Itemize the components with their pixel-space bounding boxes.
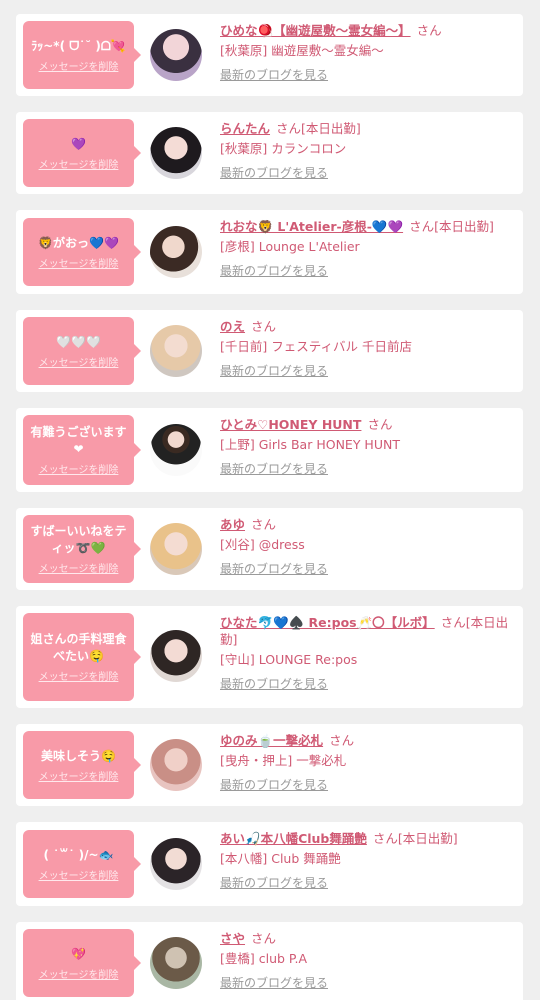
list-item: 有難うございます❤ メッセージを削除 ひとみ♡HONEY HUNT さん [上野]… [16,408,523,492]
shop-name: [上野] Girls Bar HONEY HUNT [220,437,400,452]
message-text: 美味しそう🤤 [41,748,116,763]
shop-name: [秋葉原] 幽遊屋敷〜霊女編〜 [220,43,384,58]
cast-name-link[interactable]: ゆのみ🍵一撃必札 [220,733,323,748]
avatar[interactable] [150,226,202,278]
avatar[interactable] [150,523,202,575]
message-text: 💜 [71,136,86,151]
delete-message-link[interactable]: メッセージを削除 [27,867,130,882]
list-item: ﾗｯ~*( ᗜ˙˘ )ᗝ💘 メッセージを削除 ひめな🪀【幽遊屋敷〜霊女編〜】 さん… [16,14,523,96]
message-bubble: 💜 メッセージを削除 [23,119,141,187]
honorific: さん [276,121,302,136]
latest-blog-link[interactable]: 最新のブログを見る [220,67,513,83]
honorific: さん [251,517,277,532]
status-badge: [本日出勤] [397,831,458,846]
shop-name: [曳舟・押上] 一撃必札 [220,753,347,768]
message-text: 🤍🤍🤍 [56,334,101,349]
list-item: 💖 メッセージを削除 さや さん [豊橋] club P.A 最新のブログを見る [16,922,523,1000]
message-bubble: ﾗｯ~*( ᗜ˙˘ )ᗝ💘 メッセージを削除 [23,21,141,89]
latest-blog-link[interactable]: 最新のブログを見る [220,461,513,477]
delete-message-link[interactable]: メッセージを削除 [27,354,130,369]
list-item: すばーいいねをティッ➰💚 メッセージを削除 あゆ さん [刈谷] @dress 最… [16,508,523,590]
message-text: 姐さんの手料理食べたい🤤 [30,632,127,663]
shop-name: [本八幡] Club 舞踊艶 [220,851,341,866]
honorific: さん [251,931,277,946]
message-bubble: 有難うございます❤ メッセージを削除 [23,415,141,485]
list-item: ( ˙꒳˙ )/~🐟 メッセージを削除 あい🎣本八幡Club舞踊艶 さん[本日出勤… [16,822,523,906]
latest-blog-link[interactable]: 最新のブログを見る [220,363,513,379]
latest-blog-link[interactable]: 最新のブログを見る [220,165,513,181]
avatar[interactable] [150,127,202,179]
message-bubble: 美味しそう🤤 メッセージを削除 [23,731,141,799]
latest-blog-link[interactable]: 最新のブログを見る [220,561,513,577]
message-bubble: すばーいいねをティッ➰💚 メッセージを削除 [23,515,141,583]
shop-name: [守山] LOUNGE Re:pos [220,652,358,667]
honorific: さん [409,219,435,234]
cast-name-link[interactable]: あゆ [220,517,245,532]
latest-blog-link[interactable]: 最新のブログを見る [220,975,513,991]
cast-name-link[interactable]: ひめな🪀【幽遊屋敷〜霊女編〜】 [220,23,411,38]
shop-name: [千日前] フェスティバル 千日前店 [220,339,412,354]
avatar[interactable] [150,838,202,890]
avatar[interactable] [150,29,202,81]
shop-name: [刈谷] @dress [220,537,305,552]
message-bubble: 🤍🤍🤍 メッセージを削除 [23,317,141,385]
avatar[interactable] [150,325,202,377]
list-item: 🤍🤍🤍 メッセージを削除 のえ さん [千日前] フェスティバル 千日前店 最新の… [16,310,523,392]
cast-name-link[interactable]: れおな🦁 L'Atelier-彦根-💙💜 [220,219,403,234]
message-bubble: 🦁がおっ💙💜 メッセージを削除 [23,218,141,286]
avatar[interactable] [150,739,202,791]
list-item: 美味しそう🤤 メッセージを削除 ゆのみ🍵一撃必札 さん [曳舟・押上] 一撃必札 … [16,724,523,806]
delete-message-link[interactable]: メッセージを削除 [27,255,130,270]
message-text: ﾗｯ~*( ᗜ˙˘ )ᗝ💘 [31,38,126,53]
latest-blog-link[interactable]: 最新のブログを見る [220,875,513,891]
latest-blog-link[interactable]: 最新のブログを見る [220,777,513,793]
message-text: ( ˙꒳˙ )/~🐟 [43,847,114,862]
message-text: 🦁がおっ💙💜 [38,235,119,250]
message-text: 💖 [71,946,86,961]
shop-name: [秋葉原] カランコロン [220,141,347,156]
delete-message-link[interactable]: メッセージを削除 [27,560,130,575]
cast-name-link[interactable]: さや [220,931,245,946]
shop-name: [彦根] Lounge L'Atelier [220,239,360,254]
cast-name-link[interactable]: のえ [220,319,245,334]
list-item: 💜 メッセージを削除 らんたん さん[本日出勤] [秋葉原] カランコロン 最新の… [16,112,523,194]
honorific: さん [329,733,355,748]
delete-message-link[interactable]: メッセージを削除 [27,461,130,476]
honorific: さん [372,831,398,846]
honorific: さん [416,23,442,38]
cast-name-link[interactable]: らんたん [220,121,270,136]
latest-blog-link[interactable]: 最新のブログを見る [220,676,513,692]
delete-message-link[interactable]: メッセージを削除 [27,58,130,73]
list-item: 姐さんの手料理食べたい🤤 メッセージを削除 ひなた🐬💙♠️ Re:pos🥂〇【ル… [16,606,523,708]
avatar[interactable] [150,937,202,989]
message-bubble: ( ˙꒳˙ )/~🐟 メッセージを削除 [23,830,141,898]
message-text: 有難うございます❤ [30,425,127,456]
shop-name: [豊橋] club P.A [220,951,308,966]
status-badge: [本日出勤] [434,219,494,234]
delete-message-link[interactable]: メッセージを削除 [27,966,130,981]
cast-name-link[interactable]: ひなた🐬💙♠️ Re:pos🥂〇【ルボ】 [220,615,435,630]
honorific: さん [440,615,466,630]
list-item: 🦁がおっ💙💜 メッセージを削除 れおな🦁 L'Atelier-彦根-💙💜 さん[本… [16,210,523,294]
delete-message-link[interactable]: メッセージを削除 [27,156,130,171]
message-bubble: 💖 メッセージを削除 [23,929,141,997]
avatar[interactable] [150,630,202,682]
avatar[interactable] [150,424,202,476]
message-bubble: 姐さんの手料理食べたい🤤 メッセージを削除 [23,613,141,701]
cast-name-link[interactable]: あい🎣本八幡Club舞踊艶 [220,831,367,846]
latest-blog-link[interactable]: 最新のブログを見る [220,263,513,279]
delete-message-link[interactable]: メッセージを削除 [27,668,130,683]
status-badge: [本日出勤] [301,121,361,136]
message-list: ﾗｯ~*( ᗜ˙˘ )ᗝ💘 メッセージを削除 ひめな🪀【幽遊屋敷〜霊女編〜】 さん… [0,0,540,1000]
message-text: すばーいいねをティッ➰💚 [30,524,127,555]
honorific: さん [251,319,277,334]
honorific: さん [367,417,393,432]
cast-name-link[interactable]: ひとみ♡HONEY HUNT [220,417,361,432]
delete-message-link[interactable]: メッセージを削除 [27,768,130,783]
